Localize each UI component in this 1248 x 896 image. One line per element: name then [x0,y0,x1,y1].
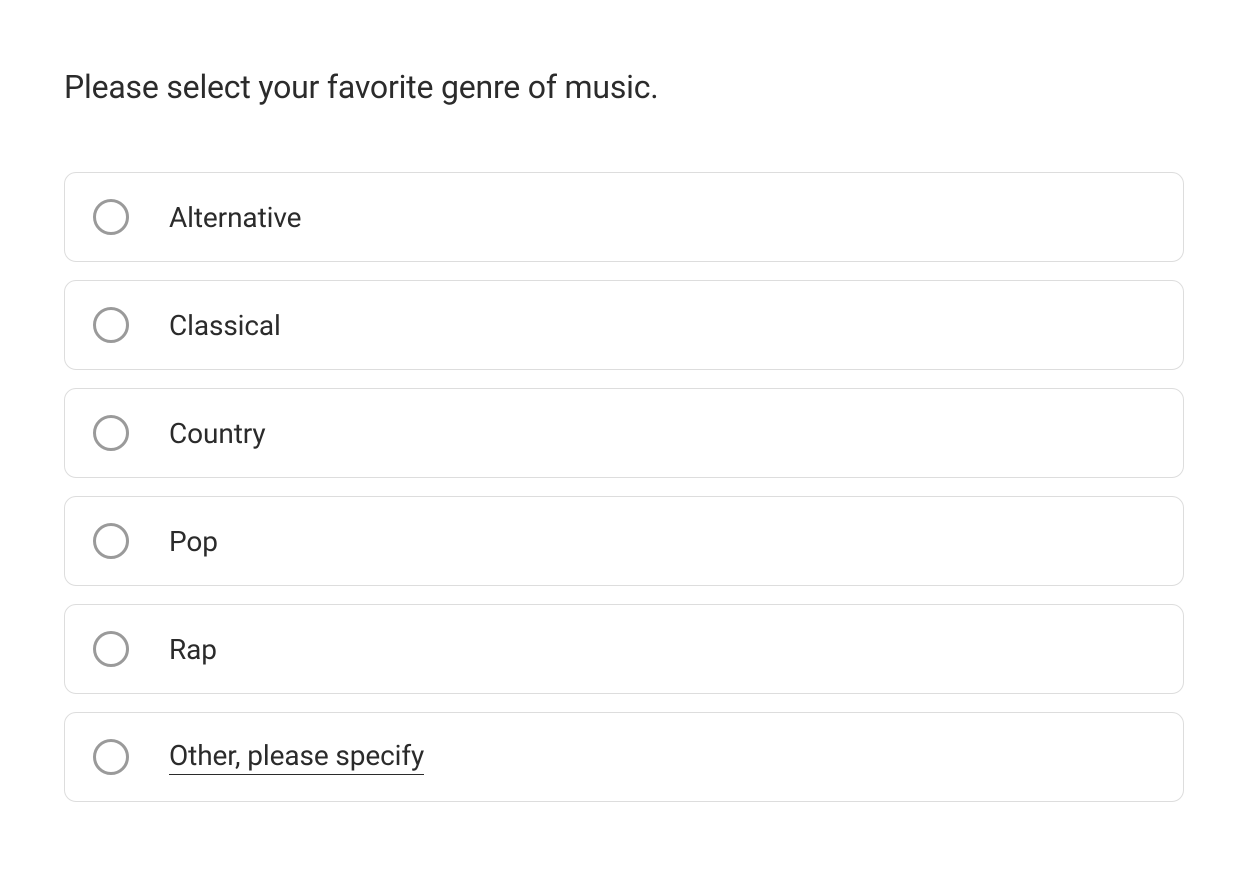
option-label: Other, please specify [169,739,424,775]
radio-icon [93,199,129,235]
option-pop[interactable]: Pop [64,496,1184,586]
question-prompt: Please select your favorite genre of mus… [64,68,1184,106]
option-rap[interactable]: Rap [64,604,1184,694]
radio-icon [93,739,129,775]
radio-icon [93,631,129,667]
radio-icon [93,415,129,451]
radio-icon [93,307,129,343]
radio-icon [93,523,129,559]
option-country[interactable]: Country [64,388,1184,478]
option-alternative[interactable]: Alternative [64,172,1184,262]
option-other[interactable]: Other, please specify [64,712,1184,802]
option-label: Classical [169,309,281,342]
option-classical[interactable]: Classical [64,280,1184,370]
option-label: Pop [169,525,218,558]
option-label: Country [169,417,266,450]
option-label: Alternative [169,201,301,234]
survey-card: Please select your favorite genre of mus… [0,0,1248,862]
option-label: Rap [169,633,217,666]
options-group: Alternative Classical Country Pop Rap Ot… [64,172,1184,802]
